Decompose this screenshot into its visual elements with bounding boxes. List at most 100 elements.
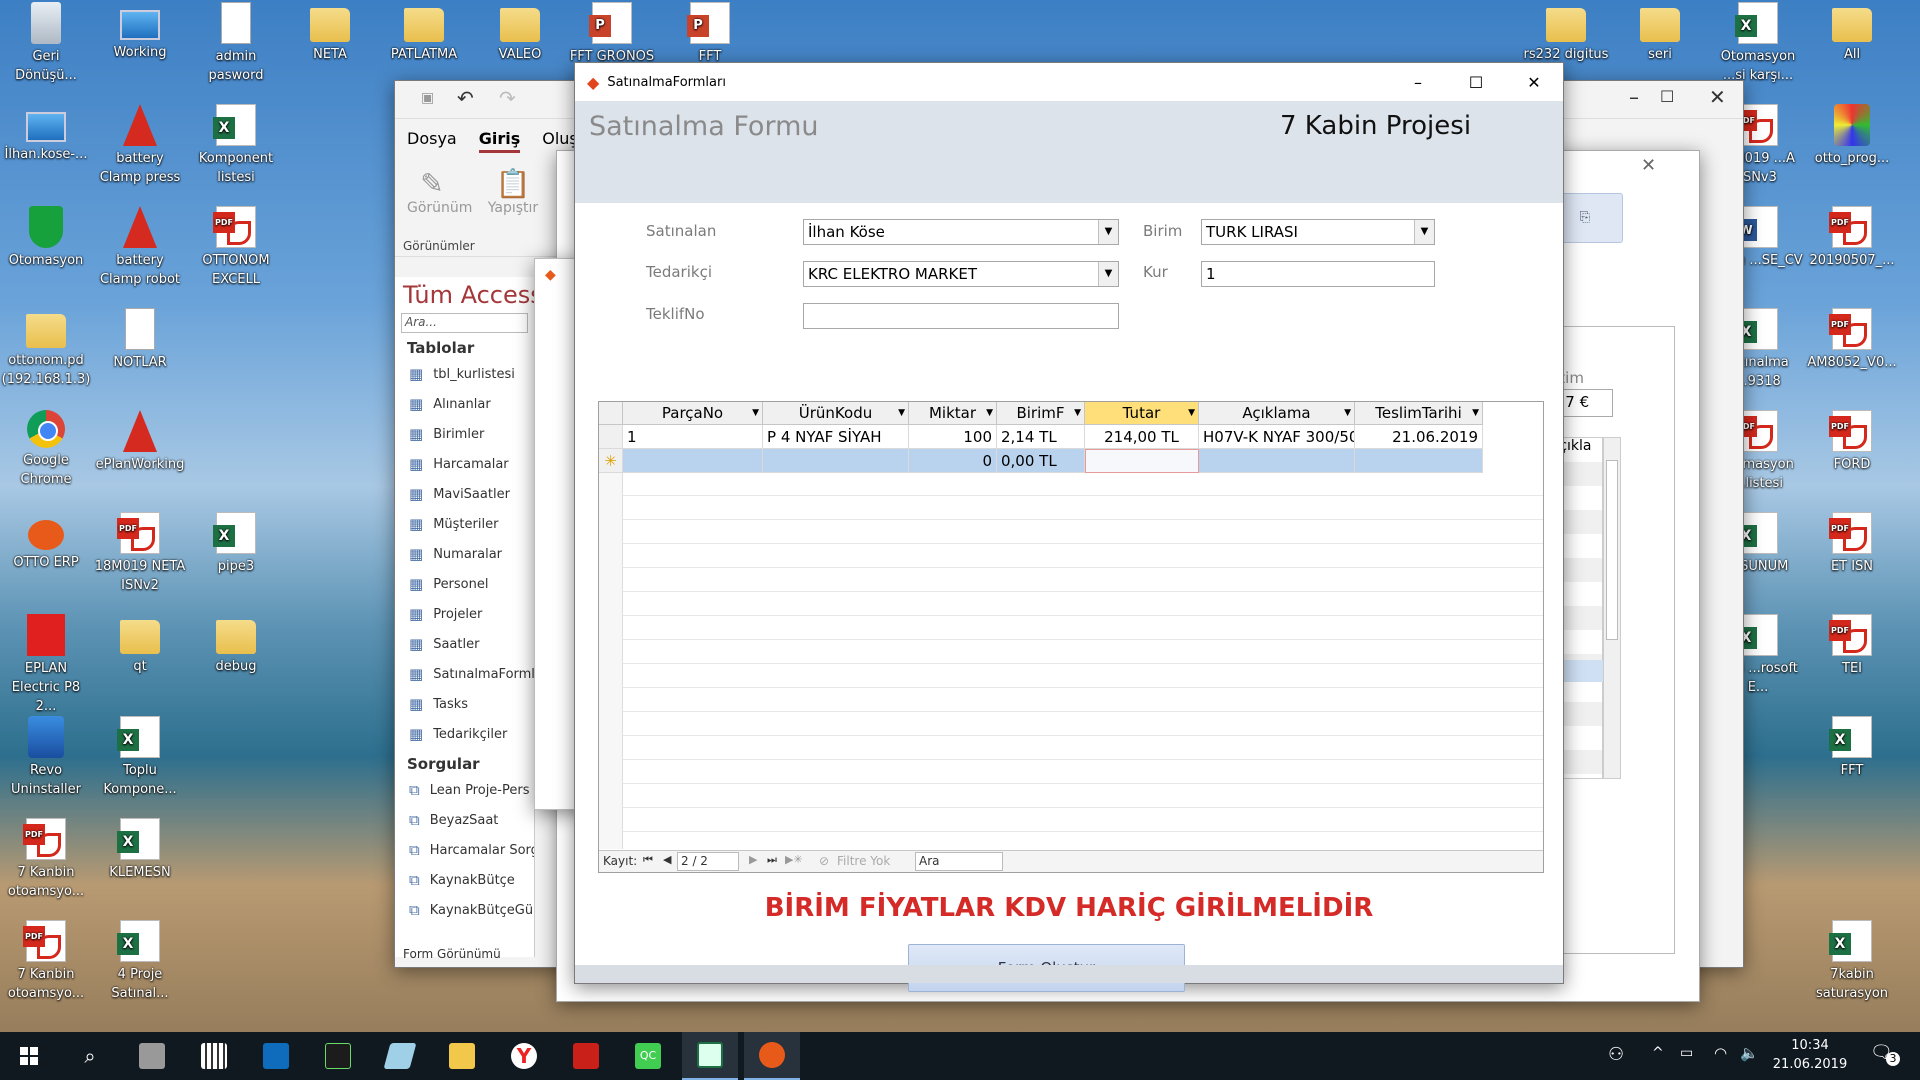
nav-title[interactable]: Tüm Access [395, 277, 534, 313]
nav-query-item[interactable]: ⧉ Harcamalar Sorgu [395, 835, 534, 865]
desktop-icon[interactable]: Komponent listesi [190, 104, 282, 187]
col-header-teslimtarihi[interactable]: TeslimTarihi ▼ [1355, 402, 1483, 425]
taskbar-outlook[interactable] [248, 1032, 304, 1080]
nav-table-item[interactable]: ▦ Tedarikçiler [395, 719, 534, 749]
section-queries[interactable]: Sorgular [395, 749, 534, 775]
taskbar-calculator[interactable] [186, 1032, 242, 1080]
cell-miktar[interactable]: 0 [909, 449, 997, 473]
nav-query-item[interactable]: ⧉ KaynakBütçeGün [395, 895, 534, 925]
start-button[interactable] [0, 1032, 58, 1080]
cell-birimf[interactable]: 0,00 TL [997, 449, 1085, 473]
filter-dropdown-icon[interactable]: ▼ [752, 402, 759, 425]
chevron-down-icon[interactable]: ▼ [1098, 262, 1118, 286]
cell-aciklama[interactable] [1199, 449, 1355, 473]
maximize-icon[interactable]: ☐ [1660, 87, 1674, 106]
filter-dropdown-icon[interactable]: ▼ [986, 402, 993, 425]
cell-parcano[interactable]: 1 [623, 425, 763, 449]
vertical-scrollbar[interactable] [1603, 437, 1621, 779]
cell-teslimtarihi[interactable]: 21.06.2019 [1355, 425, 1483, 449]
scroll-thumb[interactable] [1606, 460, 1618, 640]
desktop-icon[interactable]: otto_prog... [1806, 104, 1898, 168]
desktop-icon[interactable]: Google Chrome [0, 410, 92, 489]
close-button[interactable]: ✕ [1505, 63, 1563, 101]
nav-table-item[interactable]: ▦ Numaralar [395, 539, 534, 569]
desktop-icon[interactable]: 7 Kanbin otoamsyo... [0, 920, 92, 1003]
chevron-down-icon[interactable]: ▼ [1414, 220, 1434, 244]
people-icon[interactable]: ⚇ [1608, 1044, 1624, 1065]
select-all-corner[interactable] [599, 402, 623, 425]
desktop-icon[interactable]: ePlanWorking [94, 410, 186, 474]
desktop-icon[interactable]: debug [190, 614, 282, 676]
cell-urunkodu[interactable]: P 4 NYAF SİYAH [763, 425, 909, 449]
desktop-icon[interactable]: VALEO [474, 2, 566, 64]
desktop-icon[interactable]: 7kabin saturasyon [1806, 920, 1898, 1003]
col-header-tutar[interactable]: Tutar ▼ [1085, 402, 1199, 425]
clock[interactable]: 10:34 21.06.2019 [1770, 1036, 1850, 1074]
col-header-parcano[interactable]: ParçaNo ▼ [623, 402, 763, 425]
next-record-icon[interactable]: ▶ [749, 853, 757, 866]
row-selector[interactable] [599, 425, 623, 449]
nav-table-item[interactable]: ▦ Personel [395, 569, 534, 599]
last-record-icon[interactable]: ⏭ [767, 853, 777, 867]
new-record-nav-icon[interactable]: ▶✳ [785, 853, 803, 866]
col-header-urunkodu[interactable]: ÜrünKodu ▼ [763, 402, 909, 425]
nav-query-item[interactable]: ⧉ KaynakBütçe [395, 865, 534, 895]
desktop-icon[interactable]: admin pasword [190, 2, 282, 85]
save-icon[interactable]: ▣ [421, 90, 434, 106]
paste-button[interactable]: 📋 Yapıştır [487, 167, 539, 216]
cell-miktar[interactable]: 100 [909, 425, 997, 449]
desktop-icon[interactable]: battery Clamp press [94, 104, 186, 187]
desktop-icon[interactable]: All [1806, 2, 1898, 64]
taskbar-notepad[interactable] [372, 1032, 428, 1080]
desktop-icon[interactable]: FFT GRONOS [566, 2, 658, 66]
nav-search-input[interactable]: Ara... [401, 313, 528, 333]
taskbar-explorer[interactable] [434, 1032, 490, 1080]
desktop-icon[interactable]: AM8052_V0... [1806, 308, 1898, 372]
desktop-icon[interactable]: NETA [284, 2, 376, 64]
col-header-miktar[interactable]: Miktar ▼ [909, 402, 997, 425]
desktop-icon[interactable]: OTTO ERP [0, 512, 92, 572]
nav-query-item[interactable]: ⧉ BeyazSaat [395, 805, 534, 835]
first-record-icon[interactable]: ⏮ [643, 853, 653, 867]
desktop-icon[interactable]: FFT [1806, 716, 1898, 780]
desktop-icon[interactable]: Otomasyon [0, 206, 92, 270]
new-record-icon[interactable]: ✳ [599, 449, 623, 473]
nav-query-item[interactable]: ⧉ Lean Proje-Pers [395, 775, 534, 805]
taskbar-excel-window[interactable] [682, 1032, 738, 1080]
desktop-icon[interactable]: FORD [1806, 410, 1898, 474]
satinalma-form-window[interactable]: ◆ SatınalmaFormları – ☐ ✕ Satınalma Form… [574, 62, 1564, 992]
cell-tutar-active[interactable] [1085, 449, 1199, 473]
desktop-icon[interactable]: Working [94, 2, 186, 62]
desktop-icon[interactable]: PATLATMA [378, 2, 470, 64]
close-icon[interactable]: ✕ [1709, 85, 1726, 109]
record-number-input[interactable]: 2 / 2 [677, 852, 739, 871]
filter-status[interactable]: Filtre Yok [837, 854, 890, 868]
col-header-birimf[interactable]: BirimF ▼ [997, 402, 1085, 425]
taskbar-printer[interactable] [124, 1032, 180, 1080]
taskbar-otto-erp[interactable] [744, 1032, 800, 1080]
desktop-icon[interactable]: Revo Uninstaller [0, 716, 92, 799]
nav-table-item[interactable]: ▦ SatınalmaForml [395, 659, 534, 689]
desktop-icon[interactable]: Geri Dönüşü... [0, 2, 92, 85]
kur-input[interactable]: 1 [1201, 261, 1435, 287]
satinalan-combo[interactable]: İlhan Köse ▼ [803, 219, 1119, 245]
desktop-icon[interactable]: 4 Proje Satınal... [94, 920, 186, 1003]
desktop-icon[interactable]: 7 Kanbin otoamsyo... [0, 818, 92, 901]
nav-table-item[interactable]: ▦ Saatler [395, 629, 534, 659]
desktop-icon[interactable]: Otomasyon ...si karşı... [1712, 2, 1804, 85]
desktop-icon[interactable]: İlhan.kose-... [0, 104, 92, 164]
teklifno-input[interactable] [803, 303, 1119, 329]
tedarikci-combo[interactable]: KRC ELEKTRO MARKET ▼ [803, 261, 1119, 287]
tab-dosya[interactable]: Dosya [407, 129, 457, 153]
desktop-icon[interactable]: KLEMESN [94, 818, 186, 882]
search-input[interactable]: Ara [915, 852, 1003, 871]
taskbar-acrobat[interactable] [558, 1032, 614, 1080]
desktop-icon[interactable]: NOTLAR [94, 308, 186, 372]
view-button[interactable]: ✎ Görünüm [407, 167, 472, 216]
volume-icon[interactable]: 🔈 [1740, 1044, 1759, 1062]
desktop-icon[interactable]: 20190507_... [1806, 206, 1898, 270]
dialog-close-icon[interactable]: ✕ [1641, 155, 1656, 176]
desktop-icon[interactable]: ottonom.pd (192.168.1.3) [0, 308, 92, 389]
filter-dropdown-icon[interactable]: ▼ [1472, 402, 1479, 425]
filter-dropdown-icon[interactable]: ▼ [1188, 402, 1195, 425]
